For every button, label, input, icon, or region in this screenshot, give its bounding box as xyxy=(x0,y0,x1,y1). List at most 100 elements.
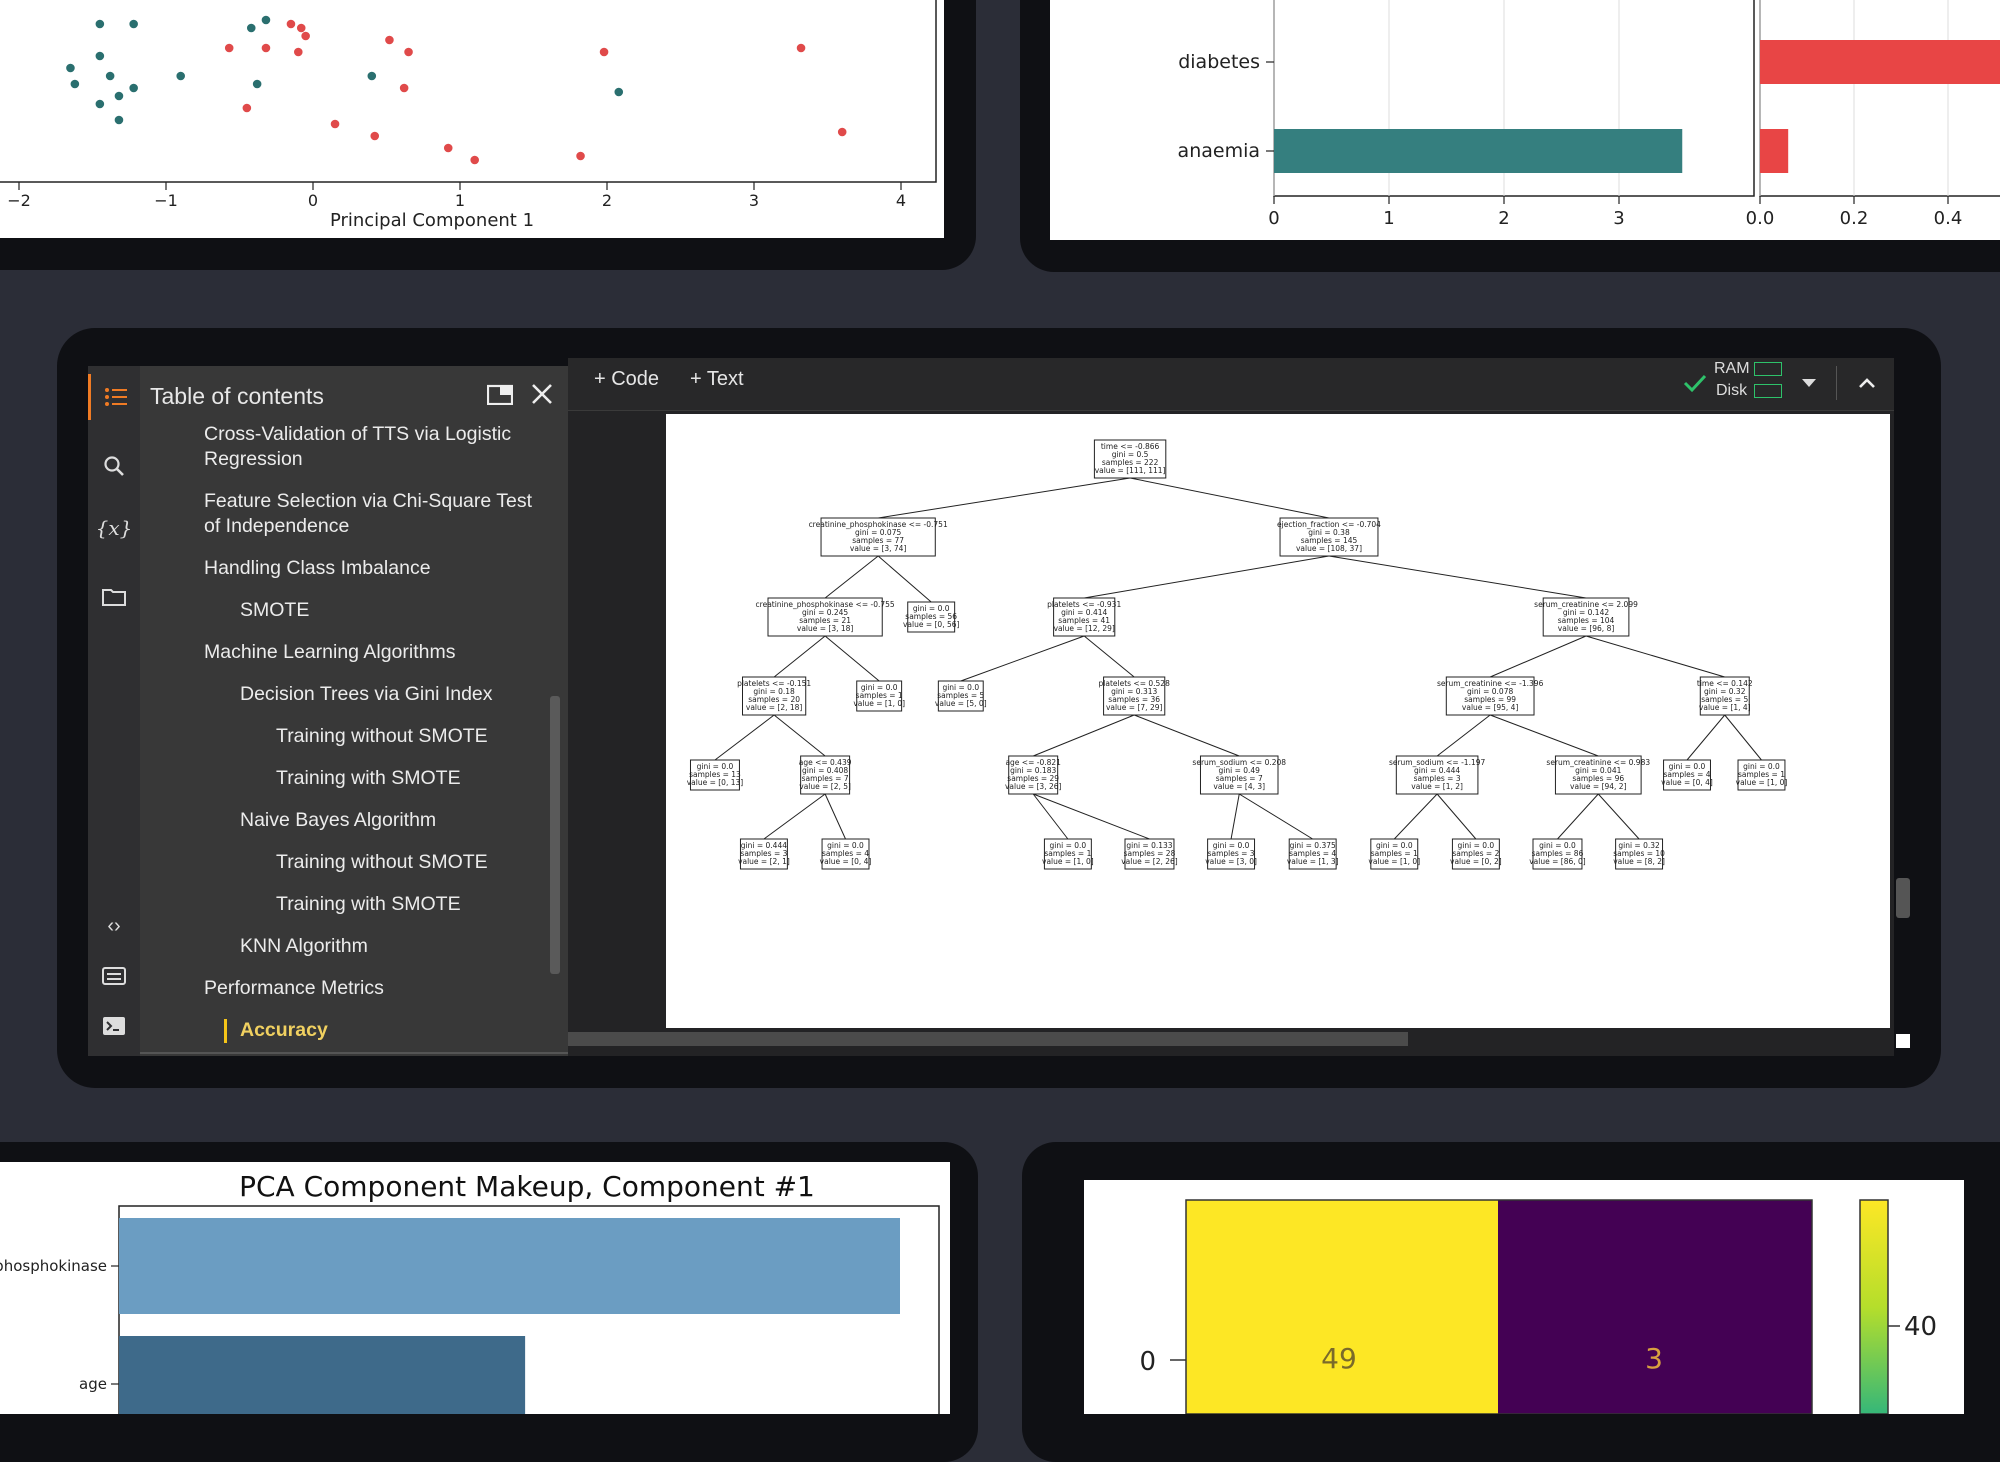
command-palette-icon[interactable] xyxy=(88,956,140,996)
scatter-point xyxy=(252,79,262,89)
matrix-cell xyxy=(1498,1200,1812,1414)
toc-item[interactable]: Accuracy xyxy=(240,1018,328,1043)
tree-node: gini = 0.0samples = 13value = [0, 13] xyxy=(687,759,744,791)
horizontal-scrollbar[interactable] xyxy=(568,1032,1408,1046)
tree-node: serum_sodium <= 0.208gini = 0.49samples … xyxy=(1192,755,1286,795)
toc-item[interactable]: Machine Learning Algorithms xyxy=(204,640,455,665)
tree-edge xyxy=(1686,714,1726,761)
scatter-point xyxy=(105,71,115,81)
tree-node: gini = 0.0samples = 4value = [0, 4] xyxy=(820,838,872,870)
bar xyxy=(1760,40,2000,84)
tree-node: gini = 0.133samples = 28value = [2, 26] xyxy=(1121,838,1178,870)
tree-node-text: value = [2, 26] xyxy=(1121,857,1178,866)
matrix-cell xyxy=(1186,1200,1498,1414)
tree-node-text: value = [8, 2] xyxy=(1613,857,1665,866)
toc-item[interactable]: Naive Bayes Algorithm xyxy=(240,808,436,833)
bar xyxy=(1760,129,1789,173)
tree-node-text: value = [3, 18] xyxy=(797,624,854,633)
scatter-plot: −2 −1 0 1 2 3 4 Principal Component 1 xyxy=(0,0,937,231)
scatter-point xyxy=(301,31,310,41)
scatter-point xyxy=(367,71,377,81)
tree-edge xyxy=(960,635,1085,682)
tree-node: serum_sodium <= -1.197gini = 0.444sample… xyxy=(1389,755,1486,795)
bar xyxy=(119,1218,900,1314)
toc-item[interactable]: KNN Algorithm xyxy=(240,934,368,959)
tree-node-text: value = [4, 3] xyxy=(1213,782,1265,791)
vertical-scrollbar[interactable] xyxy=(1896,878,1910,918)
collapse-chevron-icon[interactable] xyxy=(1852,368,1882,398)
search-icon[interactable] xyxy=(88,446,140,486)
x-tick-label: −1 xyxy=(154,191,178,210)
table-of-contents-icon[interactable] xyxy=(88,374,140,420)
tree-edge xyxy=(824,635,880,682)
tree-node: creatinine_phosphokinase <= -0.751gini =… xyxy=(809,517,948,557)
scatter-point xyxy=(129,19,138,29)
variables-icon[interactable]: {x} xyxy=(88,508,140,548)
scatter-point xyxy=(261,43,271,53)
tree-node-text: value = [12, 29] xyxy=(1054,624,1115,633)
add-text-button[interactable]: + Text xyxy=(690,368,744,391)
scatter-point xyxy=(399,83,409,93)
toc-item[interactable]: Training with SMOTE xyxy=(276,892,461,917)
category-label: phosphokinase xyxy=(0,1257,107,1275)
tree-node-text: value = [1, 0] xyxy=(1736,778,1788,787)
tree-node: gini = 0.0samples = 1value = [1, 0] xyxy=(1368,838,1420,870)
tree-edge xyxy=(878,477,1131,519)
scatter-point xyxy=(95,19,105,29)
tree-node: gini = 0.444samples = 3value = [2, 1] xyxy=(738,838,790,870)
toc-item[interactable]: Training with SMOTE xyxy=(276,766,461,791)
ram-label: RAM xyxy=(1714,360,1750,377)
scatter-point xyxy=(385,35,394,45)
code-snippets-icon[interactable]: ‹› xyxy=(88,906,140,946)
add-code-button[interactable]: + Code xyxy=(594,368,659,391)
x-tick-label: 0.2 xyxy=(1840,208,1869,229)
tree-node-text: value = [0, 13] xyxy=(687,778,744,787)
open-in-tab-icon[interactable] xyxy=(480,374,520,414)
x-tick-label: 1 xyxy=(455,191,465,210)
tree-edge xyxy=(1597,793,1640,840)
scatter-point xyxy=(404,47,413,57)
tree-node: ejection_fraction <= -0.704gini = 0.38sa… xyxy=(1277,517,1381,557)
scatter-point xyxy=(224,43,234,53)
tree-edge xyxy=(763,793,826,840)
close-icon[interactable] xyxy=(522,374,562,414)
toc-item[interactable]: SMOTE xyxy=(240,598,309,623)
resources-dropdown-icon[interactable] xyxy=(1796,370,1822,396)
tree-edge xyxy=(773,635,826,678)
tree-node-text: value = [1, 3] xyxy=(1287,857,1339,866)
tree-node-text: value = [0, 56] xyxy=(903,620,960,629)
x-tick-label: 0 xyxy=(1268,208,1279,229)
tree-edge xyxy=(1033,714,1135,757)
tree-edge xyxy=(1436,793,1477,840)
tree-node: gini = 0.32samples = 10value = [8, 2] xyxy=(1613,838,1665,870)
toc-item[interactable]: Cross-Validation of TTS via Logistic Reg… xyxy=(204,422,511,472)
scatter-point xyxy=(114,115,124,125)
scatter-point xyxy=(294,47,303,57)
toc-title: Table of contents xyxy=(150,382,324,409)
terminal-icon[interactable] xyxy=(88,1006,140,1046)
folder-icon[interactable] xyxy=(88,576,140,616)
colab-left-rail: {x} ‹› xyxy=(88,366,140,1056)
tree-edge xyxy=(1489,714,1599,757)
tree-node-text: value = [111, 111] xyxy=(1095,466,1166,475)
toc-scrollbar[interactable] xyxy=(550,696,560,974)
tree-node-text: value = [96, 8] xyxy=(1558,624,1615,633)
toc-item[interactable]: Training without SMOTE xyxy=(276,724,488,749)
top-left-figure: −2 −1 0 1 2 3 4 Principal Component 1 xyxy=(0,0,944,238)
toc-item[interactable]: Feature Selection via Chi-Square Test of… xyxy=(204,489,532,539)
tree-node-text: value = [0, 4] xyxy=(820,857,872,866)
row-tick-label: 0 xyxy=(1139,1347,1156,1377)
tree-node: gini = 0.0samples = 4value = [0, 4] xyxy=(1661,759,1713,791)
tree-edge xyxy=(1585,635,1725,678)
chart-title: PCA Component Makeup, Component #1 xyxy=(239,1170,815,1203)
toc-item[interactable]: Performance Metrics xyxy=(204,976,384,1001)
tree-edge xyxy=(1436,714,1491,757)
tree-edge xyxy=(1133,714,1240,757)
tree-edge xyxy=(1238,793,1313,840)
connected-check-icon xyxy=(1680,366,1710,400)
toc-item[interactable]: Handling Class Imbalance xyxy=(204,556,431,581)
toc-item[interactable]: Training without SMOTE xyxy=(276,850,488,875)
toc-item[interactable]: Decision Trees via Gini Index xyxy=(240,682,493,707)
colorbar xyxy=(1859,1199,1889,1415)
decision-tree-output: time <= -0.866 gini = 0.5 samples = 222 val… xyxy=(666,414,1890,1028)
